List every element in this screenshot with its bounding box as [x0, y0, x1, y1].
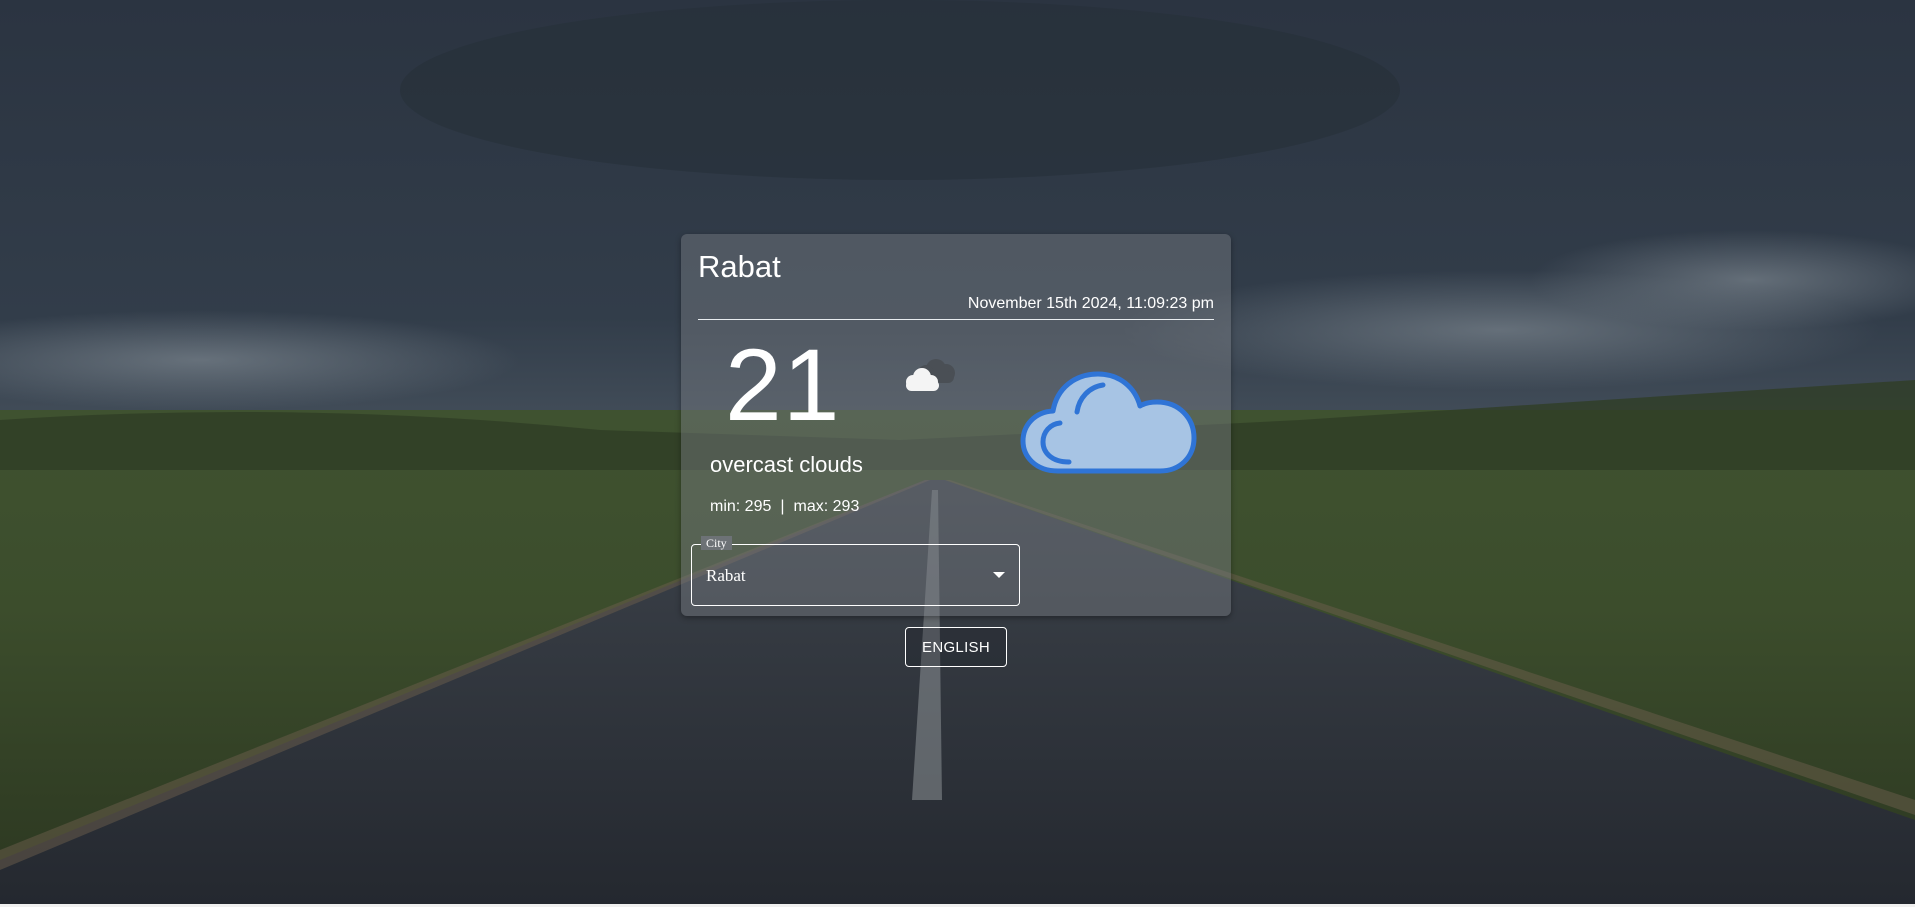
caret-down-icon[interactable]	[993, 572, 1005, 578]
city-select[interactable]: City Rabat	[691, 536, 1020, 606]
city-select-value: Rabat	[706, 566, 746, 585]
cloud-dark-cloud-icon	[896, 351, 962, 397]
separator: |	[780, 498, 785, 515]
datetime-label: November 15th 2024, 11:09:23 pm	[967, 295, 1214, 312]
weather-description: overcast clouds	[710, 452, 863, 477]
min-temperature: min: 295	[710, 498, 772, 515]
temperature-value: 21	[725, 328, 841, 442]
divider	[698, 319, 1214, 320]
weather-card: Rabat November 15th 2024, 11:09:23 pm 21	[681, 234, 1231, 616]
city-title: Rabat	[698, 249, 781, 284]
language-button[interactable]: ENGLISH	[905, 627, 1007, 667]
max-temperature: max: 293	[793, 498, 860, 515]
cloud-icon	[1013, 354, 1203, 494]
min-max-temperature: min: 295 | max: 293	[710, 498, 859, 516]
city-select-label: City	[701, 536, 732, 550]
